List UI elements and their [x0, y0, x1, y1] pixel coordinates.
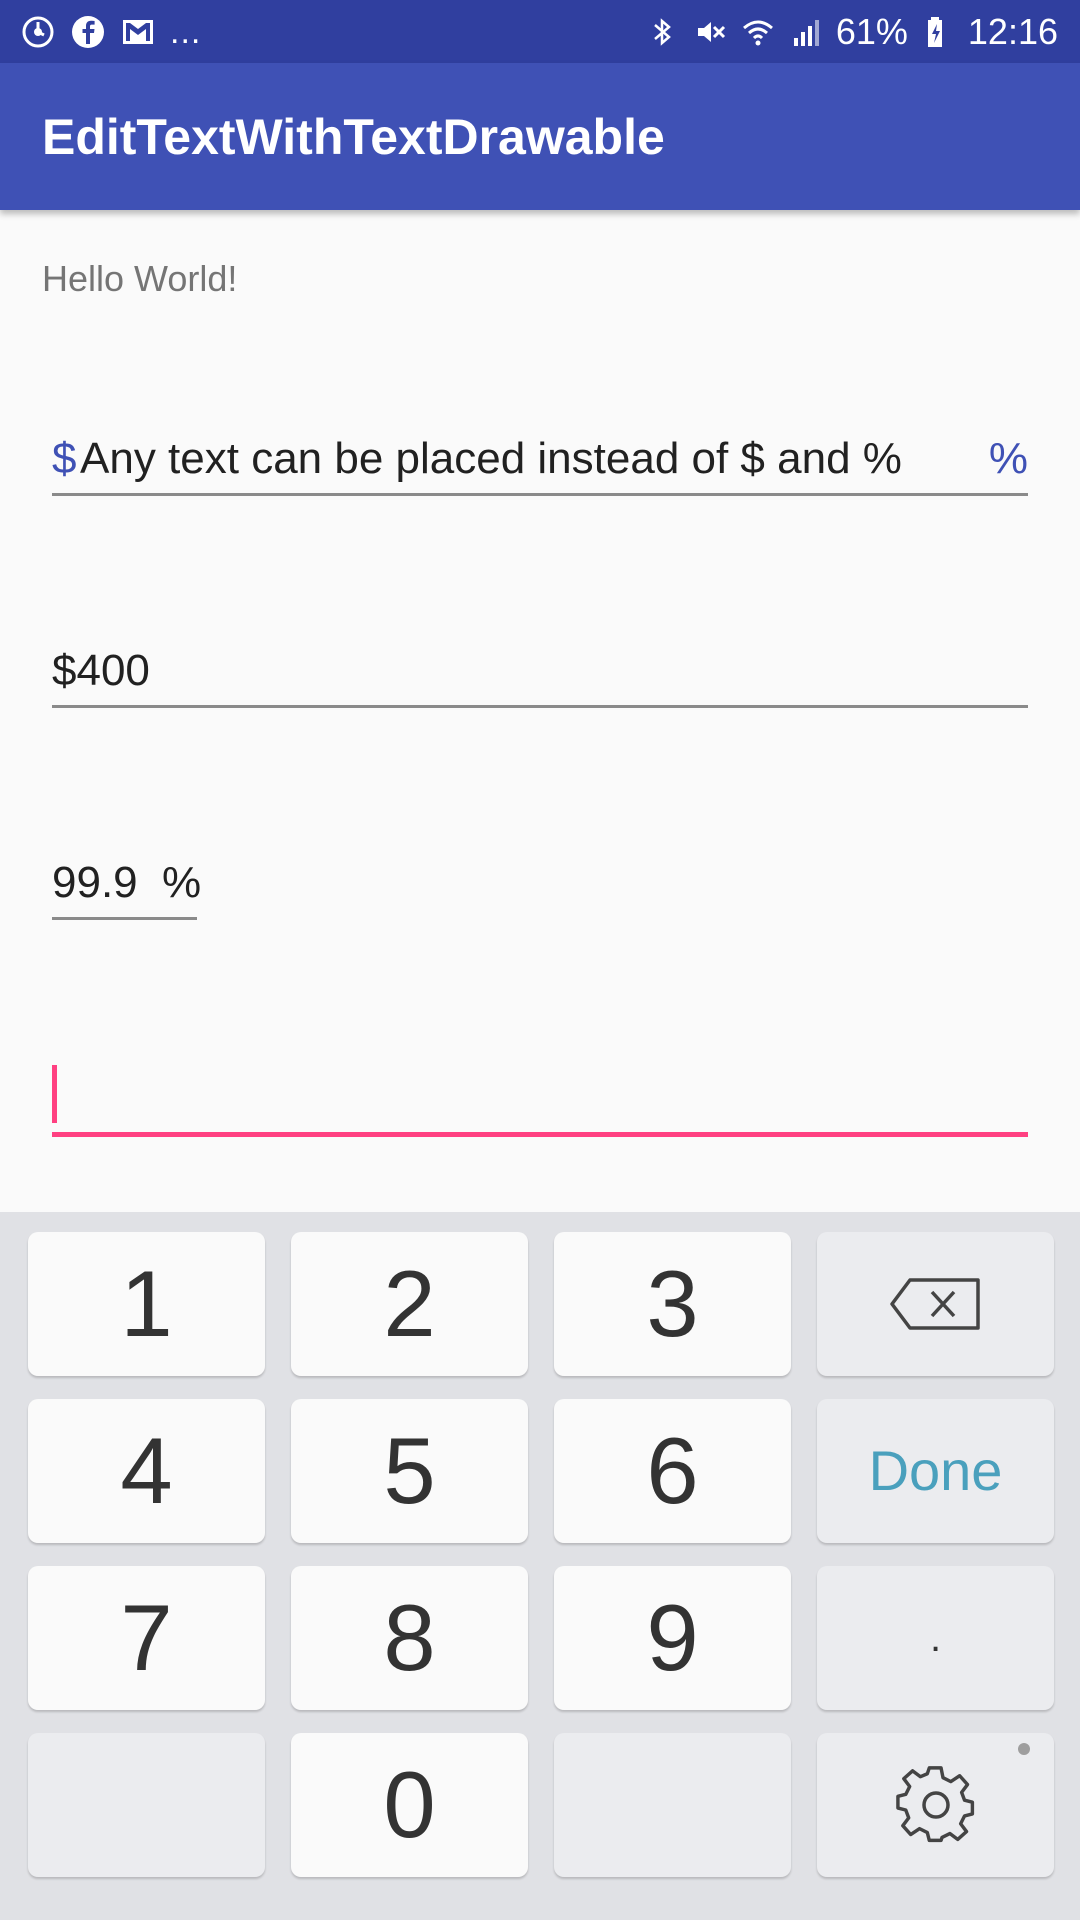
status-right: 61% 12:16	[644, 10, 1058, 54]
key-label: 9	[646, 1585, 699, 1690]
wifi-icon	[740, 14, 776, 50]
input-value: Any text can be placed instead of $ and …	[80, 434, 902, 483]
battery-percent: 61%	[835, 11, 908, 52]
input-underline	[52, 917, 197, 920]
input-underline	[52, 493, 1028, 496]
gmail-icon	[120, 14, 156, 50]
status-bar: ... 61% 12:16	[0, 0, 1080, 63]
suffix-drawable: %	[162, 858, 202, 907]
blank-key-left	[28, 1733, 265, 1877]
key-label: 2	[383, 1251, 436, 1356]
key-label: 3	[646, 1251, 699, 1356]
app-title: EditTextWithTextDrawable	[42, 109, 665, 165]
blank-key-right	[554, 1733, 791, 1877]
input-value: 99.9	[52, 858, 138, 907]
settings-key[interactable]	[817, 1733, 1054, 1877]
indicator-dot	[1018, 1743, 1030, 1755]
done-key[interactable]: Done	[817, 1399, 1054, 1543]
gear-icon	[894, 1763, 978, 1847]
key-label: 5	[383, 1418, 436, 1523]
key-label: 8	[383, 1585, 436, 1690]
key-2[interactable]: 2	[291, 1232, 528, 1376]
key-3[interactable]: 3	[554, 1232, 791, 1376]
backspace-key[interactable]	[817, 1232, 1054, 1376]
key-label: .	[929, 1616, 942, 1660]
key-9[interactable]: 9	[554, 1566, 791, 1710]
input-value: $400	[52, 646, 150, 695]
key-8[interactable]: 8	[291, 1566, 528, 1710]
key-label: 4	[120, 1418, 173, 1523]
key-1[interactable]: 1	[28, 1232, 265, 1376]
backspace-icon	[889, 1277, 982, 1331]
input-underline	[52, 705, 1028, 708]
clock: 12:16	[967, 11, 1058, 52]
key-4[interactable]: 4	[28, 1399, 265, 1543]
text-cursor	[52, 1065, 57, 1123]
bluetooth-icon	[644, 14, 680, 50]
key-label: 7	[120, 1585, 173, 1690]
key-label: 0	[383, 1752, 436, 1857]
decimal-key[interactable]: .	[817, 1566, 1054, 1710]
prefix-drawable: $	[52, 434, 77, 483]
app-bar: EditTextWithTextDrawable	[0, 63, 1080, 210]
signal-icon	[788, 14, 824, 50]
input-underline-focused	[52, 1132, 1028, 1137]
numeric-keyboard: 1 2 3 4 5 6 Done 7 8 9 . 0	[0, 1212, 1080, 1920]
key-7[interactable]: 7	[28, 1566, 265, 1710]
status-left: ...	[20, 10, 201, 54]
hello-world-text: Hello World!	[42, 258, 238, 299]
mute-icon	[692, 14, 728, 50]
focused-empty-input[interactable]	[52, 1050, 1028, 1137]
battery-charging-icon	[920, 14, 956, 50]
more-notifications-indicator: ...	[170, 13, 202, 51]
key-label: 6	[646, 1418, 699, 1523]
text-drawable-input[interactable]: $ Any text can be placed instead of $ an…	[52, 410, 1028, 496]
done-label: Done	[868, 1439, 1003, 1502]
key-6[interactable]: 6	[554, 1399, 791, 1543]
dollar-amount-input[interactable]: $400	[52, 622, 1028, 708]
sync-icon	[20, 14, 56, 50]
key-5[interactable]: 5	[291, 1399, 528, 1543]
facebook-icon	[70, 14, 106, 50]
suffix-drawable: %	[988, 434, 1028, 483]
key-label: 1	[120, 1251, 173, 1356]
percent-input[interactable]: 99.9 %	[52, 834, 201, 920]
key-0[interactable]: 0	[291, 1733, 528, 1877]
